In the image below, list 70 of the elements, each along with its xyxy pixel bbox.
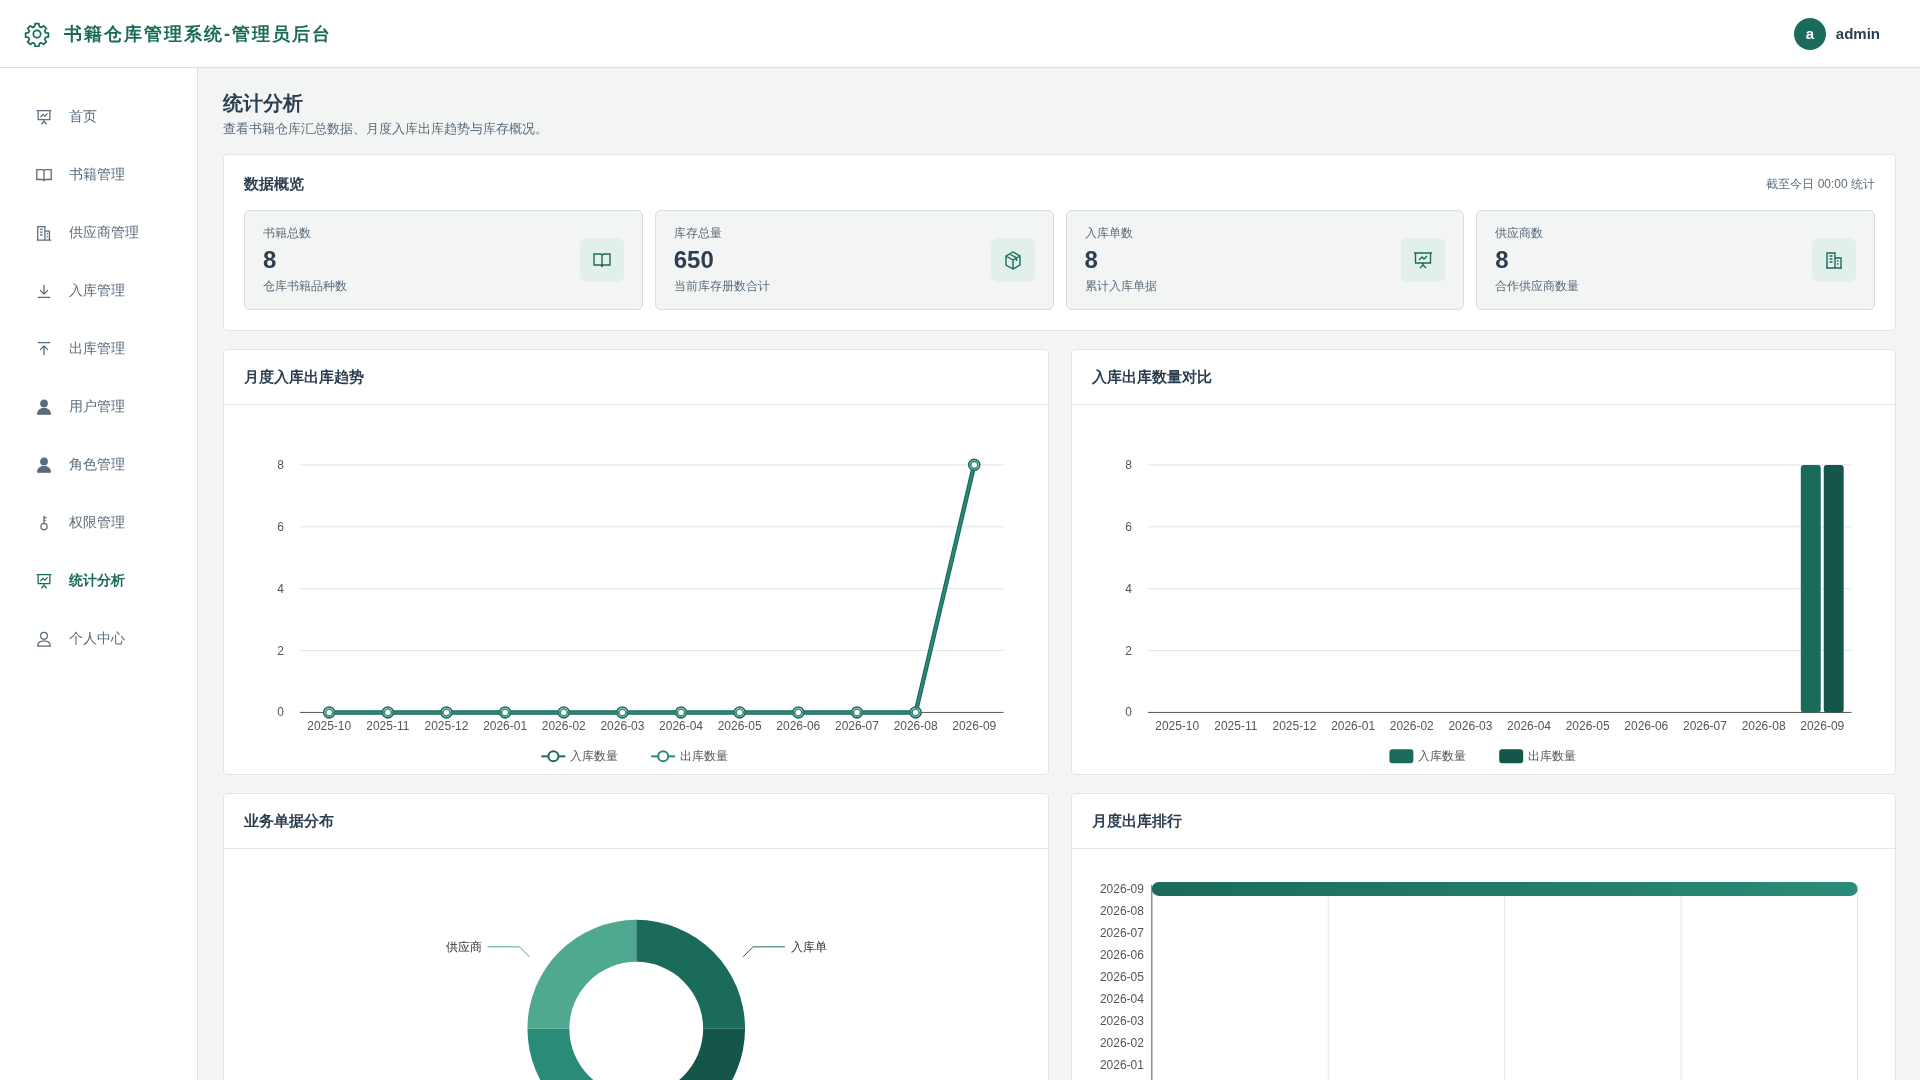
axis-label: 0 xyxy=(277,705,284,720)
axis-label: 2026-08 xyxy=(893,719,938,734)
axis-label: 2026-09 xyxy=(1099,882,1144,897)
axis-label: 2026-01 xyxy=(1330,719,1375,734)
chart-title: 月度出库排行 xyxy=(1091,811,1182,831)
axis-label: 6 xyxy=(277,519,284,534)
axis-label: 2025-12 xyxy=(1272,719,1316,734)
axis-label: 8 xyxy=(1124,457,1132,472)
slice-label: 供应商 xyxy=(445,940,482,955)
axis-label: 2026-06 xyxy=(1099,948,1144,963)
stat-label: 库存总量 xyxy=(673,225,723,242)
legend-label: 出库数量 xyxy=(680,749,729,764)
axis-label: 2026-06 xyxy=(776,719,821,734)
axis-label: 2025-11 xyxy=(366,719,410,734)
axis-label: 2026-05 xyxy=(717,719,762,734)
axis-label: 2026-07 xyxy=(1682,719,1727,734)
axis-label: 2026-07 xyxy=(1099,926,1144,941)
axis-label: 6 xyxy=(1124,519,1132,534)
stat-value: 8 xyxy=(263,245,278,275)
section-title: 数据概览 xyxy=(244,175,304,194)
axis-label: 2026-09 xyxy=(952,719,997,734)
axis-label: 2026-03 xyxy=(1447,719,1492,734)
page-subtitle: 查看书籍仓库汇总数据、月度入库出库趋势与库存概况。 xyxy=(223,120,549,138)
stat-label: 书籍总数 xyxy=(263,225,312,242)
stat-value: 8 xyxy=(1495,245,1510,275)
legend-label: 入库数量 xyxy=(570,749,619,764)
stats-note: 截至今日 00:00 统计 xyxy=(1766,176,1875,193)
axis-label: 4 xyxy=(1124,581,1132,596)
axis-label: 2026-07 xyxy=(835,719,879,734)
legend-label: 出库数量 xyxy=(1527,749,1576,764)
axis-label: 2026-04 xyxy=(1506,719,1551,734)
page-title: 统计分析 xyxy=(223,91,304,116)
axis-label: 2025-10 xyxy=(1154,719,1199,734)
axis-label: 2026-04 xyxy=(1099,992,1144,1007)
axis-label: 2025-10 xyxy=(307,719,352,734)
stat-value: 650 xyxy=(673,245,715,275)
axis-label: 2025-11 xyxy=(1213,719,1257,734)
stat-caption: 仓库书籍品种数 xyxy=(263,278,347,295)
axis-label: 2026-01 xyxy=(483,719,528,734)
stat-value: 8 xyxy=(1084,245,1099,275)
stat-caption: 合作供应商数量 xyxy=(1495,278,1580,295)
axis-label: 2026-05 xyxy=(1099,970,1144,985)
axis-label: 2026-02 xyxy=(1099,1035,1144,1050)
stat-label: 供应商数 xyxy=(1495,225,1545,242)
axis-label: 4 xyxy=(277,581,284,596)
axis-label: 2026-09 xyxy=(1799,719,1844,734)
stat-caption: 累计入库单据 xyxy=(1084,278,1157,295)
axis-label: 2026-02 xyxy=(1389,719,1434,734)
axis-label: 2026-05 xyxy=(1565,719,1610,734)
slice-label: 入库单 xyxy=(790,940,827,955)
axis-label: 2026-03 xyxy=(600,719,645,734)
axis-label: 2026-04 xyxy=(659,719,703,734)
axis-label: 8 xyxy=(277,457,284,472)
axis-label: 2026-06 xyxy=(1623,719,1668,734)
app-title: 书籍仓库管理系统-管理员后台 xyxy=(64,22,332,46)
axis-label: 2026-08 xyxy=(1741,719,1786,734)
axis-label: 2026-03 xyxy=(1099,1014,1144,1028)
chart-title: 业务单据分布 xyxy=(244,811,334,831)
axis-label: 2 xyxy=(277,643,284,658)
axis-label: 0 xyxy=(1124,705,1132,720)
chart-title: 入库出库数量对比 xyxy=(1091,367,1212,387)
axis-label: 2026-01 xyxy=(1099,1057,1144,1072)
legend-label: 入库数量 xyxy=(1417,749,1466,764)
stat-label: 入库单数 xyxy=(1084,225,1134,242)
axis-label: 2025-12 xyxy=(424,719,469,734)
chart-title: 月度入库出库趋势 xyxy=(244,367,364,387)
axis-label: 2 xyxy=(1124,643,1132,658)
axis-label: 2026-02 xyxy=(541,719,586,734)
stat-caption: 当前库存册数合计 xyxy=(673,278,770,295)
axis-label: 2026-08 xyxy=(1099,904,1144,919)
